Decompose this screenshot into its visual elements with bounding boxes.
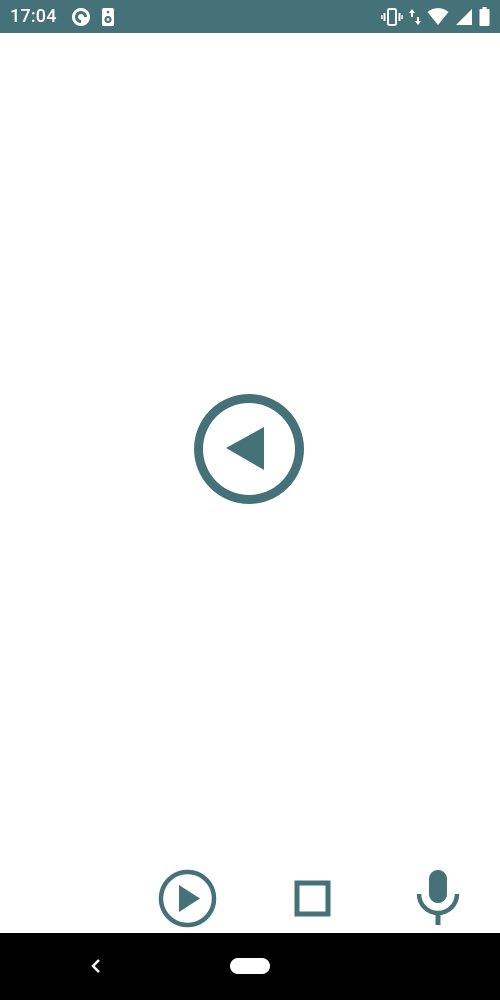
microphone-button[interactable] [414, 869, 462, 927]
stop-button[interactable] [294, 880, 331, 917]
stop-square-icon [294, 880, 331, 917]
status-time: 17:04 [10, 6, 57, 27]
play-button[interactable] [158, 869, 217, 928]
play-circle-icon [158, 869, 217, 928]
nav-back-icon [91, 959, 100, 973]
speaker-icon [101, 7, 114, 26]
microphone-icon [416, 870, 460, 925]
battery-icon [479, 7, 490, 26]
back-circle-icon [194, 394, 304, 504]
back-circle-button[interactable] [193, 393, 305, 505]
nav-home-pill[interactable] [230, 958, 270, 974]
nav-back-button[interactable] [84, 954, 108, 978]
vibrate-icon [381, 7, 403, 26]
status-right-icons [381, 7, 490, 26]
signal-icon [456, 8, 472, 25]
status-bar: 17:04 [0, 0, 500, 33]
pocket-cast-icon [71, 7, 90, 26]
status-left-icons [71, 7, 115, 27]
data-arrows-icon [409, 8, 421, 25]
wifi-icon [427, 7, 449, 25]
